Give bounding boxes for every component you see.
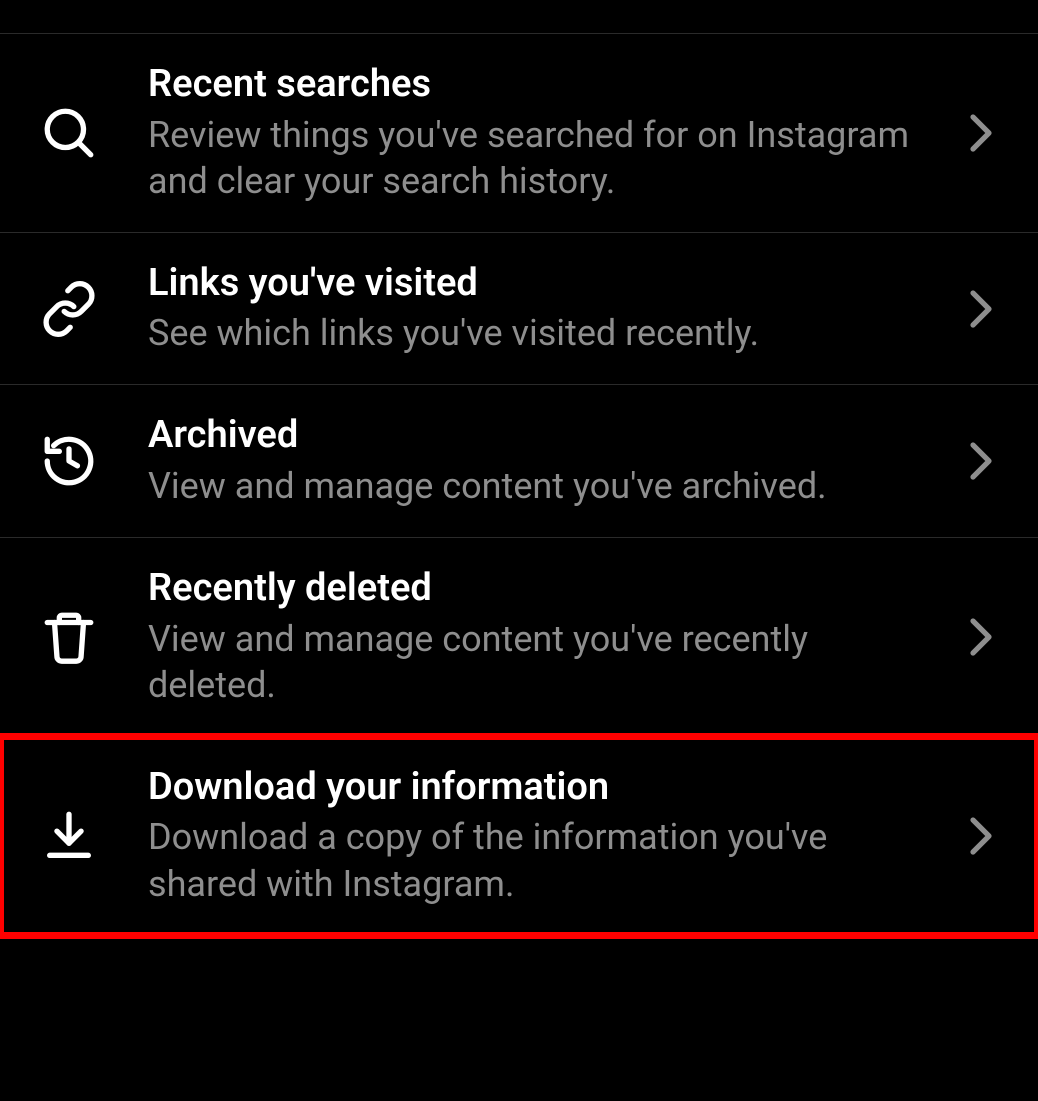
list-item-title: Download your information bbox=[148, 765, 934, 811]
chevron-right-icon bbox=[964, 113, 998, 153]
list-item-title: Recently deleted bbox=[148, 566, 934, 612]
trash-icon bbox=[38, 606, 100, 668]
list-item-subtitle: View and manage content you've archived. bbox=[148, 463, 934, 509]
chevron-right-icon bbox=[964, 617, 998, 657]
download-icon bbox=[38, 805, 100, 867]
spacer bbox=[0, 0, 1038, 33]
list-item-text: Archived View and manage content you've … bbox=[148, 413, 964, 509]
search-icon bbox=[38, 102, 100, 164]
list-item-text: Recent searches Review things you've sea… bbox=[148, 62, 964, 204]
list-item-links-visited[interactable]: Links you've visited See which links you… bbox=[0, 232, 1038, 385]
settings-list: Recent searches Review things you've sea… bbox=[0, 0, 1038, 936]
list-item-recent-searches[interactable]: Recent searches Review things you've sea… bbox=[0, 33, 1038, 232]
list-item-subtitle: Review things you've searched for on Ins… bbox=[148, 112, 934, 204]
list-item-title: Recent searches bbox=[148, 62, 934, 108]
history-icon bbox=[38, 430, 100, 492]
link-icon bbox=[38, 278, 100, 340]
list-item-text: Download your information Download a cop… bbox=[148, 765, 964, 907]
list-item-subtitle: Download a copy of the information you'v… bbox=[148, 814, 934, 906]
list-item-title: Links you've visited bbox=[148, 261, 934, 307]
chevron-right-icon bbox=[964, 289, 998, 329]
list-item-subtitle: View and manage content you've recently … bbox=[148, 616, 934, 708]
list-item-download-information[interactable]: Download your information Download a cop… bbox=[0, 736, 1038, 936]
list-item-subtitle: See which links you've visited recently. bbox=[148, 310, 934, 356]
list-item-title: Archived bbox=[148, 413, 934, 459]
list-item-recently-deleted[interactable]: Recently deleted View and manage content… bbox=[0, 537, 1038, 736]
chevron-right-icon bbox=[964, 441, 998, 481]
list-item-archived[interactable]: Archived View and manage content you've … bbox=[0, 384, 1038, 537]
list-item-text: Recently deleted View and manage content… bbox=[148, 566, 964, 708]
list-item-text: Links you've visited See which links you… bbox=[148, 261, 964, 357]
chevron-right-icon bbox=[964, 816, 998, 856]
